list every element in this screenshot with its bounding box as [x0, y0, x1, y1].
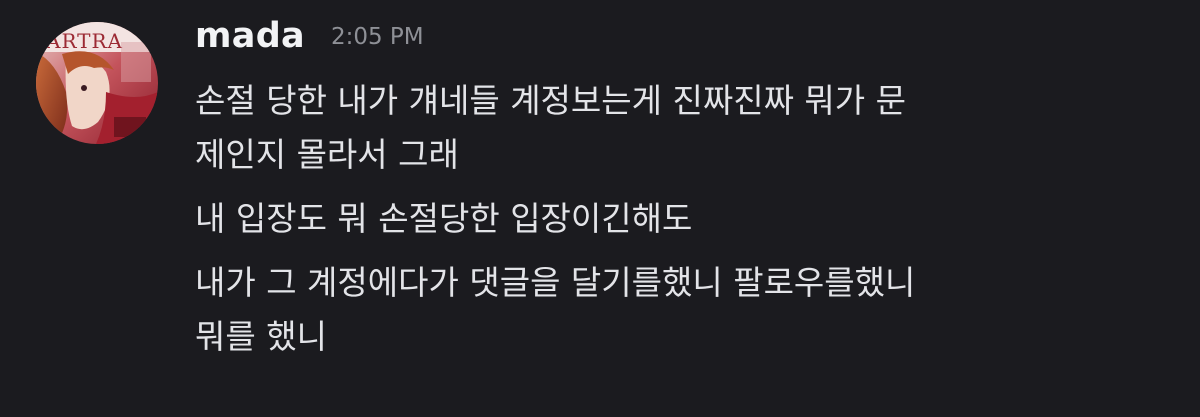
author-username[interactable]: mada — [195, 16, 305, 56]
svg-text:ARTRA: ARTRA — [45, 29, 123, 53]
message-timestamp: 2:05 PM — [330, 24, 424, 50]
message-text: 손절 당한 내가 걔네들 계정보는게 진짜진짜 뭐가 문 제인지 몰라서 그래 — [195, 81, 906, 174]
message-list: 손절 당한 내가 걔네들 계정보는게 진짜진짜 뭐가 문 제인지 몰라서 그래 … — [195, 74, 1175, 374]
message-text: 내가 그 계정에다가 댓글을 달기를했니 팔로우를했니 뭐를 했니 — [195, 263, 916, 356]
message-text: 내 입장도 뭐 손절당한 입장이긴해도 — [195, 199, 693, 238]
user-avatar[interactable]: ARTRA — [36, 22, 158, 144]
message-group: ARTRA mada 2:05 PM 손절 당한 내가 걔네들 계정보는게 진짜… — [0, 0, 1200, 417]
message-header: mada 2:05 PM — [195, 16, 424, 66]
avatar-image: ARTRA — [36, 22, 158, 144]
